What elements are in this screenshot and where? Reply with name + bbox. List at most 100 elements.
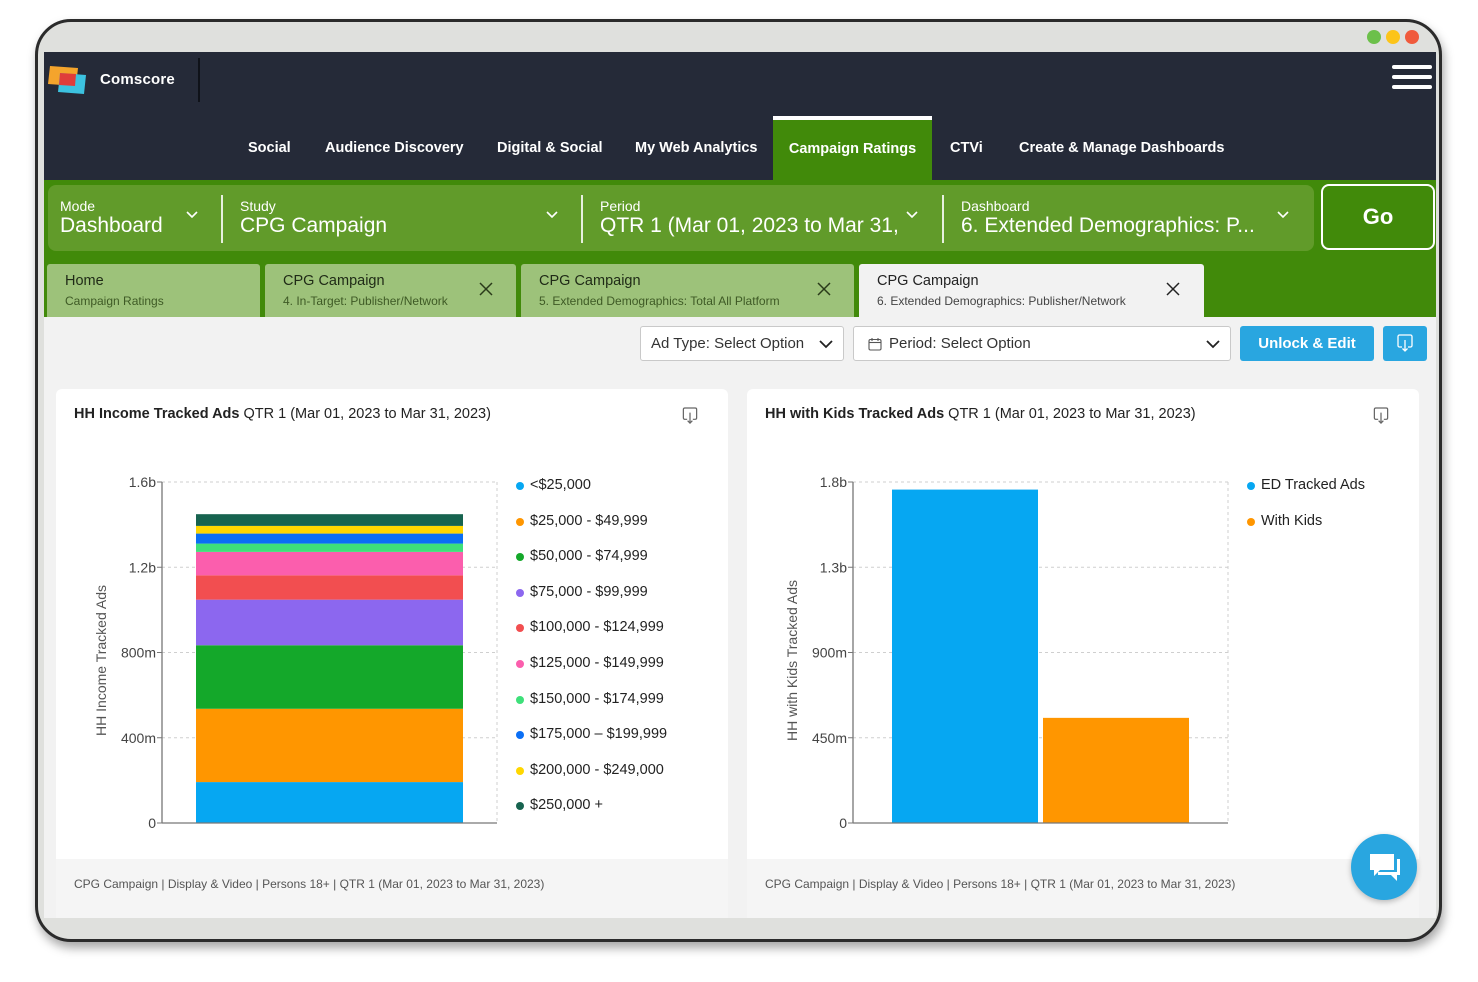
chat-bubbles-icon [1370,854,1400,881]
bar-segment [196,782,463,823]
tab-in-target[interactable]: CPG Campaign 4. In-Target: Publisher/Net… [265,264,516,317]
legend-dot-icon [516,588,524,597]
go-button[interactable]: Go [1321,184,1435,250]
selector-divider [581,195,583,243]
y-tick-label: 900m [812,645,847,661]
legend-label: $75,000 - $99,999 [530,583,648,600]
dashboard-value: 6. Extended Demographics: P... [961,214,1255,237]
maximize-dot-icon[interactable] [1386,30,1400,44]
window-controls [1367,30,1419,44]
download-icon [1397,334,1413,352]
study-label: Study [240,198,276,214]
y-tick-label: 0 [148,815,156,831]
bar-segment [196,543,463,552]
top-header: Comscore Social Audience Discovery Digit… [44,52,1436,180]
hamburger-menu-button[interactable] [1392,65,1432,93]
hamburger-line [1392,75,1432,79]
card-footer-text: CPG Campaign | Display & Video | Persons… [74,877,545,891]
chevron-down-icon [546,211,558,219]
study-selector[interactable]: Study CPG Campaign [228,185,578,251]
chevron-down-icon [819,340,833,349]
period-value: QTR 1 (Mar 01, 2023 to Mar 31, [600,214,899,237]
device-frame: Comscore Social Audience Discovery Digit… [35,19,1442,942]
y-tick-label: 1.6b [129,474,156,490]
legend-dot-icon [516,482,524,490]
tab-subtitle: Campaign Ratings [65,294,164,308]
tab-title: CPG Campaign [539,273,641,289]
legend-label: $250,000 + [530,797,603,814]
close-tab-icon[interactable] [478,281,494,297]
chat-button[interactable] [1351,834,1417,900]
chevron-down-icon [1206,340,1220,349]
unlock-edit-button[interactable]: Unlock & Edit [1240,326,1374,361]
app-screen: Comscore Social Audience Discovery Digit… [44,52,1436,918]
legend-dot-icon [516,517,524,526]
period-dropdown[interactable]: Period: Select Option [853,326,1231,361]
ad-type-dropdown[interactable]: Ad Type: Select Option [640,326,844,361]
selector-bar: Mode Dashboard Study CPG Campaign Period… [48,185,1314,251]
legend-label: $25,000 - $49,999 [530,512,648,529]
hamburger-line [1392,85,1432,89]
y-tick-label: 1.3b [820,559,847,575]
tab-title: CPG Campaign [877,273,979,289]
bar-segment [196,514,463,526]
legend-label: With Kids [1261,512,1323,529]
period-filter-value: Period: Select Option [889,335,1031,352]
nav-audience-discovery[interactable]: Audience Discovery [325,116,464,180]
chevron-down-icon [186,211,198,219]
mode-label: Mode [60,198,96,214]
nav-my-web-analytics[interactable]: My Web Analytics [635,116,757,180]
bar-segment [196,599,463,646]
card-footer: CPG Campaign | Display & Video | Persons… [747,859,1419,918]
nav-digital-social[interactable]: Digital & Social [497,116,603,180]
tab-title: Home [65,273,104,289]
tab-home[interactable]: Home Campaign Ratings [47,264,260,317]
dashboard-selector[interactable]: Dashboard 6. Extended Demographics: P... [949,185,1309,251]
tab-title: CPG Campaign [283,273,385,289]
period-selector[interactable]: Period QTR 1 (Mar 01, 2023 to Mar 31, [588,185,938,251]
chevron-down-icon [906,211,918,219]
y-tick-label: 0 [839,815,847,831]
y-axis-label: HH Income Tracked Ads [93,585,109,736]
main-nav: Social Audience Discovery Digital & Soci… [44,116,1436,180]
comscore-logo-icon [48,66,86,94]
mode-selector[interactable]: Mode Dashboard [48,185,220,251]
close-dot-icon[interactable] [1405,30,1419,44]
bar [1043,717,1189,823]
tab-extended-demographics-publisher[interactable]: CPG Campaign 6. Extended Demographics: P… [859,264,1204,317]
tab-subtitle: 5. Extended Demographics: Total All Plat… [539,294,780,308]
selector-divider [942,195,944,243]
legend-label: $50,000 - $74,999 [530,548,648,565]
legend-dot-icon [1247,517,1255,526]
tab-extended-demographics-total[interactable]: CPG Campaign 5. Extended Demographics: T… [521,264,854,317]
close-tab-icon[interactable] [816,281,832,297]
y-axis-label: HH with Kids Tracked Ads [784,580,800,741]
download-button[interactable] [1383,326,1427,361]
selector-divider [221,195,223,243]
nav-social[interactable]: Social [248,116,291,180]
legend-dot-icon [1247,482,1255,490]
bar-segment [196,525,463,534]
hh-kids-card: HH with Kids Tracked Ads QTR 1 (Mar 01, … [747,389,1419,918]
close-tab-icon[interactable] [1165,281,1181,297]
ad-type-value: Ad Type: Select Option [651,335,805,352]
minimize-dot-icon[interactable] [1367,30,1381,44]
nav-create-manage-dashboards[interactable]: Create & Manage Dashboards [1019,116,1224,180]
bar-segment [196,551,463,576]
y-tick-label: 1.8b [820,474,847,490]
y-tick-label: 400m [121,730,156,746]
legend-label: $200,000 - $249,000 [530,761,664,778]
y-tick-label: 800m [121,645,156,661]
legend-label: $150,000 - $174,999 [530,690,664,707]
bar-segment [196,533,463,544]
bar-segment [196,645,463,709]
nav-ctvi[interactable]: CTVi [950,116,983,180]
hamburger-line [1392,65,1432,69]
y-tick-label: 1.2b [129,559,156,575]
card-footer: CPG Campaign | Display & Video | Persons… [56,859,728,918]
card-footer-text: CPG Campaign | Display & Video | Persons… [765,877,1236,891]
brand-name[interactable]: Comscore [100,71,175,88]
nav-campaign-ratings[interactable]: Campaign Ratings [773,116,932,180]
tab-subtitle: 4. In-Target: Publisher/Network [283,294,448,308]
calendar-icon [868,338,882,351]
